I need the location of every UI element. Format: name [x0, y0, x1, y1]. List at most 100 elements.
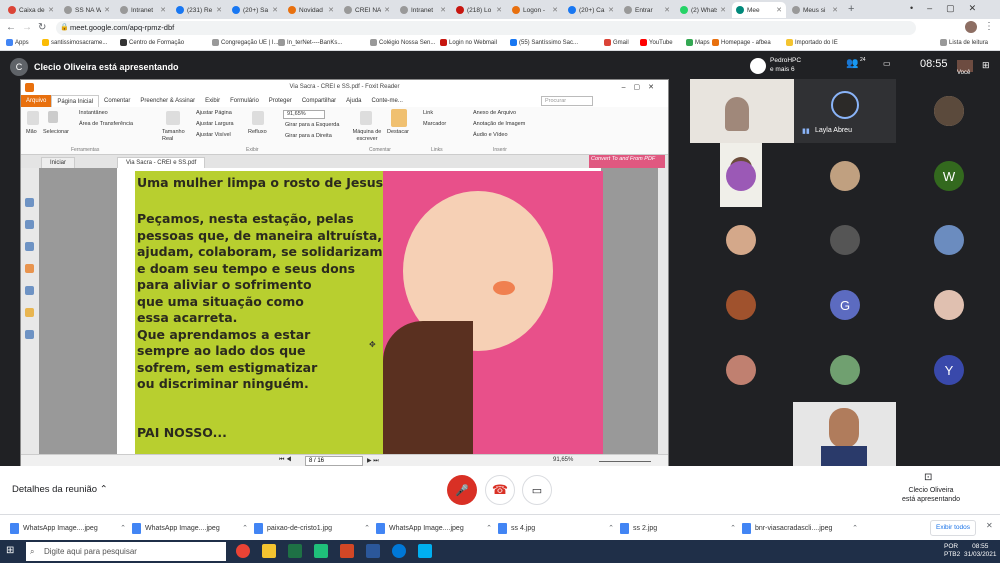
reflow-icon[interactable]	[252, 111, 264, 125]
foxit-menu-item[interactable]: Ajuda	[341, 95, 366, 107]
bookmark-item[interactable]: Lista de leitura	[940, 39, 988, 46]
browser-tab[interactable]: Logon - ✕	[508, 2, 562, 18]
bookmark-item[interactable]: Importado do IE	[786, 39, 838, 46]
ribbon-audio[interactable]: Áudio e Vídeo	[473, 132, 508, 138]
bookmark-item[interactable]: Login no Webmail	[440, 39, 497, 46]
tab-close-icon[interactable]: ✕	[776, 6, 782, 14]
prev-page-icon[interactable]: ⏮ ◀	[279, 457, 291, 464]
browser-tab[interactable]: (218) Lo ✕	[452, 2, 506, 18]
download-menu-icon[interactable]: ⌃	[852, 524, 858, 532]
browser-tab[interactable]: (20+) Sa ✕	[228, 2, 282, 18]
sidebar-bookmark-icon[interactable]	[25, 198, 34, 207]
participant-avatar[interactable]	[726, 355, 756, 385]
participant-avatar[interactable]	[726, 161, 756, 191]
participant-avatar[interactable]	[830, 355, 860, 385]
meeting-details[interactable]: Detalhes da reunião ⌃	[12, 484, 108, 495]
ribbon-girar-dir[interactable]: Girar para a Direita	[285, 133, 332, 139]
actual-size-icon[interactable]	[166, 111, 180, 125]
page-indicator[interactable]: 8 / 16	[305, 456, 363, 466]
participant-avatar[interactable]: W	[934, 161, 964, 191]
participant-avatar[interactable]	[830, 225, 860, 255]
ribbon-tamanho[interactable]: Tamanho Real	[162, 129, 186, 143]
bookmark-item[interactable]: santissimosacrame...	[42, 39, 107, 46]
foxit-menu-item[interactable]: Formulário	[225, 95, 264, 107]
tab-close-icon[interactable]: ✕	[272, 6, 278, 14]
word-taskbar-icon[interactable]	[366, 544, 380, 558]
download-item[interactable]: ss 2.jpg ⌃	[620, 520, 736, 536]
next-page-icon[interactable]: ▶ ⏭	[367, 457, 379, 465]
download-menu-icon[interactable]: ⌃	[486, 524, 492, 532]
present-icon[interactable]: ⊡	[924, 472, 932, 483]
foxit-menu-item[interactable]: Preencher & Assinar	[135, 95, 200, 107]
new-tab-icon[interactable]: +	[848, 3, 854, 15]
bookmark-item[interactable]: Colégio Nossa Sen...	[370, 39, 435, 46]
participants-icon[interactable]: 👥	[846, 58, 858, 69]
ribbon-area[interactable]: Área de Transferência	[79, 121, 133, 127]
bookmark-item[interactable]: Apps	[6, 39, 29, 46]
participant-avatar[interactable]	[830, 161, 860, 191]
tab-close-icon[interactable]: ✕	[440, 6, 446, 14]
ribbon-ajustar-visivel[interactable]: Ajustar Visível	[196, 132, 231, 138]
taskbar-search[interactable]: ⌕ Digite aqui para pesquisar	[26, 542, 226, 561]
url-field[interactable]: 🔒 meet.google.com/apq-rpmz-dbf	[56, 21, 916, 35]
close-downloads-icon[interactable]: ✕	[986, 521, 993, 530]
tab-close-icon[interactable]: ✕	[496, 6, 502, 14]
mic-off-icon[interactable]: 🎤	[447, 475, 477, 505]
tab-close-icon[interactable]: ✕	[720, 6, 726, 14]
foxit-menu-item[interactable]: Exibir	[200, 95, 225, 107]
browser-tab[interactable]: Novidad ✕	[284, 2, 338, 18]
window-controls[interactable]: •–▢✕	[910, 3, 990, 14]
browser-tab[interactable]: Mee ✕	[732, 2, 786, 18]
foxit-menu-item[interactable]: Comentar	[99, 95, 135, 107]
bookmark-item[interactable]: Congregação UE | I...	[212, 39, 279, 46]
sidebar-signature-icon[interactable]	[25, 330, 34, 339]
browser-tab[interactable]: Intranet ✕	[396, 2, 450, 18]
download-menu-icon[interactable]: ⌃	[242, 524, 248, 532]
browser-tab[interactable]: (20+) Ca ✕	[564, 2, 618, 18]
foxit-menu-item[interactable]: Conte-me...	[367, 95, 408, 107]
bookmark-item[interactable]: YouTube	[640, 39, 673, 46]
browser-tab[interactable]: CREI NA ✕	[340, 2, 394, 18]
presenting-info[interactable]: Clecio Oliveira está apresentando	[894, 486, 968, 504]
tab-iniciar[interactable]: Iniciar	[41, 157, 76, 168]
browser-tab[interactable]: Caixa de ✕	[4, 2, 58, 18]
sidebar-layers-icon[interactable]	[25, 242, 34, 251]
calc-taskbar-icon[interactable]	[314, 544, 328, 558]
window-controls[interactable]: –▢✕	[622, 80, 662, 95]
sidebar-comments-icon[interactable]	[25, 264, 34, 273]
edge-taskbar-icon[interactable]	[392, 544, 406, 558]
tab-document[interactable]: Via Sacra - CREI e SS.pdf	[117, 157, 206, 168]
pin-icon[interactable]: ⊞	[982, 60, 990, 71]
tab-close-icon[interactable]: ✕	[384, 6, 390, 14]
foxit-menu-item[interactable]: Compartilhar	[297, 95, 341, 107]
browser-tab[interactable]: Intranet ✕	[116, 2, 170, 18]
tab-close-icon[interactable]: ✕	[832, 6, 838, 14]
vertical-scrollbar[interactable]	[658, 168, 668, 454]
reload-icon[interactable]: ↻	[38, 22, 46, 33]
ribbon-instantaneo[interactable]: Instantâneo	[79, 110, 108, 116]
tab-close-icon[interactable]: ✕	[216, 6, 222, 14]
end-call-icon[interactable]: ☎	[485, 475, 515, 505]
typewriter-icon[interactable]	[360, 111, 372, 125]
ribbon-link[interactable]: Link	[423, 110, 433, 116]
sidebar-attachment-icon[interactable]	[25, 286, 34, 295]
browser-tab[interactable]: Meus si ✕	[788, 2, 842, 18]
chat-icon[interactable]: ▭	[883, 59, 891, 68]
foxit-menu-item[interactable]: Arquivo	[21, 95, 52, 107]
ribbon-marcador[interactable]: Marcador	[423, 121, 446, 127]
bookmark-item[interactable]: In_terNet----BanKs...	[278, 39, 342, 46]
profile-avatar[interactable]	[965, 21, 977, 33]
browser-tab[interactable]: Entrar ✕	[620, 2, 674, 18]
ribbon-anotacao[interactable]: Anotação de Imagem	[473, 121, 525, 127]
download-menu-icon[interactable]: ⌃	[730, 524, 736, 532]
download-menu-icon[interactable]: ⌃	[608, 524, 614, 532]
ribbon-refluxo[interactable]: Refluxo	[248, 129, 267, 135]
sidebar-security-icon[interactable]	[25, 308, 34, 317]
download-menu-icon[interactable]: ⌃	[364, 524, 370, 532]
browser-tab[interactable]: (2) Whats ✕	[676, 2, 730, 18]
excel-taskbar-icon[interactable]	[288, 544, 302, 558]
download-item[interactable]: WhatsApp Image....jpeg ⌃	[132, 520, 248, 536]
tab-close-icon[interactable]: ✕	[664, 6, 670, 14]
participant-avatar[interactable]	[934, 290, 964, 320]
download-item[interactable]: bnr-viasacradascli....jpeg ⌃	[742, 520, 858, 536]
